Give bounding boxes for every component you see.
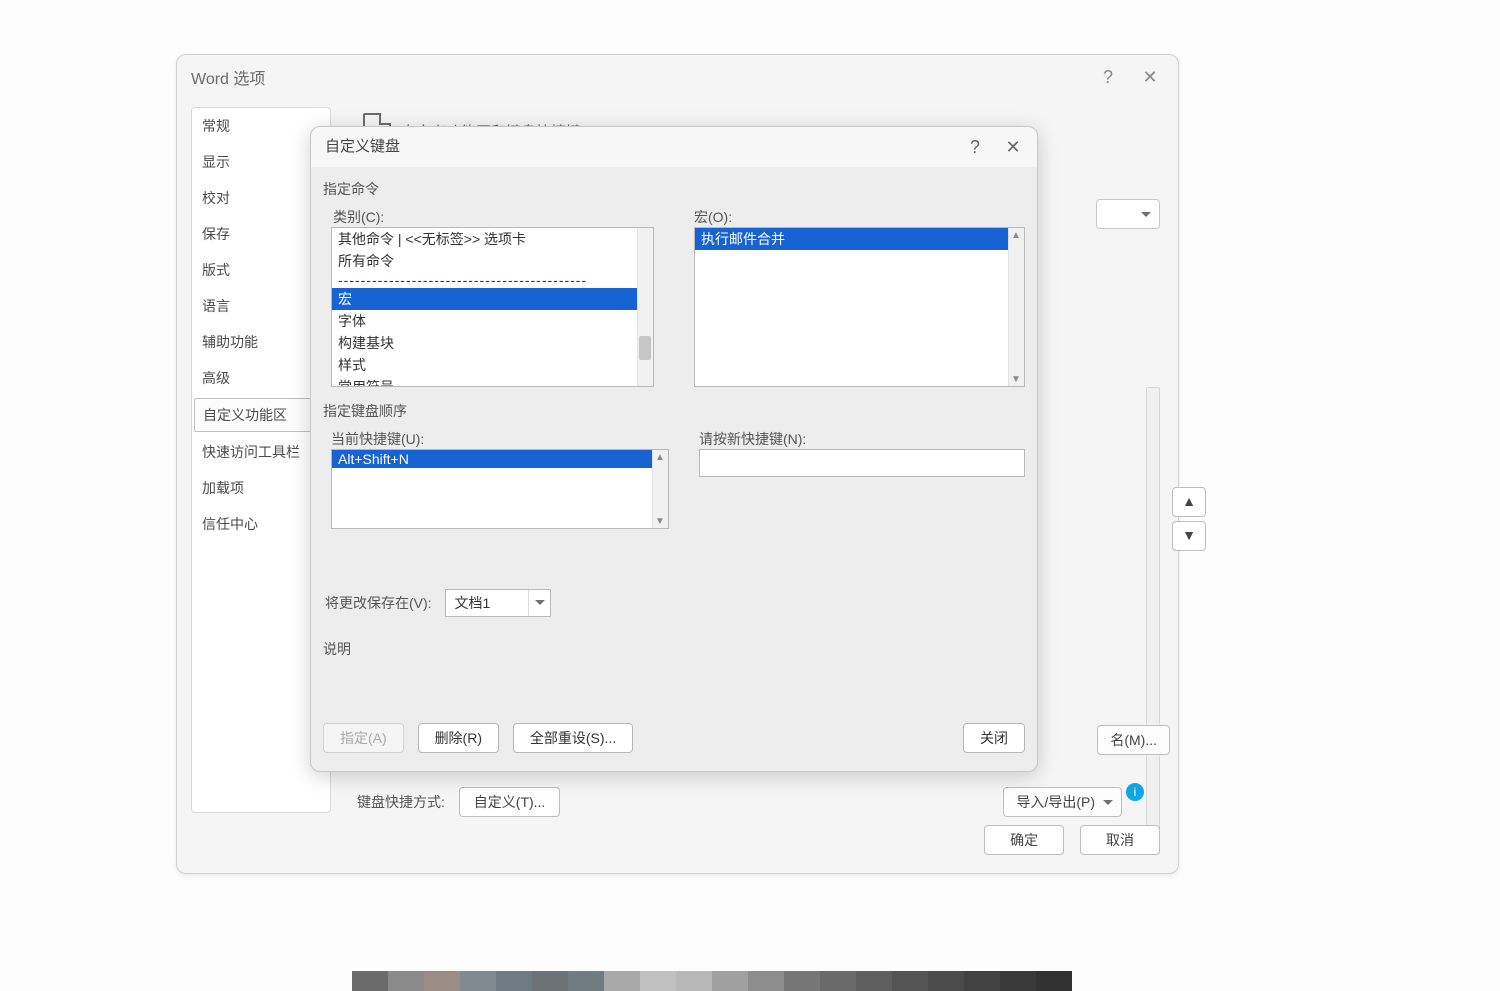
color-swatch xyxy=(928,971,964,991)
inner-dialog-title: 自定义键盘 xyxy=(325,138,400,155)
ribbon-dropdown[interactable] xyxy=(1096,199,1160,229)
color-swatch xyxy=(640,971,676,991)
color-swatch xyxy=(1000,971,1036,991)
category-item[interactable]: 其他命令 | <<无标签>> 选项卡 xyxy=(332,228,653,250)
color-swatch xyxy=(532,971,568,991)
cancel-button[interactable]: 取消 xyxy=(1080,825,1160,855)
move-down-button[interactable]: ▼ xyxy=(1172,521,1206,551)
inner-help-button[interactable]: ? xyxy=(961,133,989,161)
macro-item[interactable]: 执行邮件合并 xyxy=(695,228,1024,250)
color-swatch-strip xyxy=(352,971,1072,991)
macro-label: 宏(O): xyxy=(694,207,1025,227)
category-item[interactable]: 构建基块 xyxy=(332,332,653,354)
category-item[interactable]: 所有命令 xyxy=(332,250,653,272)
list-separator: ----------------------------------------… xyxy=(332,272,653,288)
color-swatch xyxy=(676,971,712,991)
customize-keyboard-button[interactable]: 自定义(T)... xyxy=(459,787,561,817)
color-swatch xyxy=(784,971,820,991)
inner-footer: 指定(A) 删除(R) 全部重设(S)... 关闭 xyxy=(323,723,1025,757)
new-key-label: 请按新快捷键(N): xyxy=(699,429,1025,449)
scrollbar[interactable] xyxy=(637,228,653,386)
sidebar-item[interactable]: 自定义功能区 xyxy=(194,398,328,432)
color-swatch xyxy=(604,971,640,991)
color-swatch xyxy=(964,971,1000,991)
section-specify-command: 指定命令 xyxy=(323,179,1025,199)
ribbon-tree-scrollbar[interactable] xyxy=(1146,387,1160,847)
info-icon[interactable]: i xyxy=(1126,783,1144,801)
scrollbar[interactable]: ▲ ▼ xyxy=(652,450,668,528)
scroll-down-icon[interactable]: ▼ xyxy=(655,516,665,526)
move-up-button[interactable]: ▲ xyxy=(1172,487,1206,517)
import-export-button[interactable]: 导入/导出(P) xyxy=(1003,787,1122,817)
close-icon[interactable]: ✕ xyxy=(1136,65,1164,89)
dialog-header: Word 选项 ? ✕ xyxy=(177,55,1178,87)
new-shortcut-input[interactable] xyxy=(699,449,1025,477)
customize-keyboard-dialog: 自定义键盘 ? ✕ 指定命令 类别(C): 其他命令 | <<无标签>> 选项卡… xyxy=(310,126,1038,772)
category-item[interactable]: 样式 xyxy=(332,354,653,376)
save-in-combo[interactable]: 文档1 xyxy=(445,589,551,617)
scroll-up-icon[interactable]: ▲ xyxy=(655,452,665,462)
color-swatch xyxy=(748,971,784,991)
reset-all-button[interactable]: 全部重设(S)... xyxy=(513,723,633,753)
inner-close-button[interactable]: 关闭 xyxy=(963,723,1025,753)
ribbon-tree-panel xyxy=(1064,247,1164,707)
shortcut-item[interactable]: Alt+Shift+N xyxy=(332,450,668,468)
color-swatch xyxy=(352,971,388,991)
scrollbar-thumb[interactable] xyxy=(639,336,651,360)
color-swatch xyxy=(460,971,496,991)
color-swatch xyxy=(388,971,424,991)
color-swatch xyxy=(892,971,928,991)
category-item[interactable]: 字体 xyxy=(332,310,653,332)
save-in-label: 将更改保存在(V): xyxy=(325,595,432,611)
current-keys-label: 当前快捷键(U): xyxy=(331,429,669,449)
scroll-up-icon[interactable]: ▲ xyxy=(1011,230,1021,240)
color-swatch xyxy=(712,971,748,991)
ok-button[interactable]: 确定 xyxy=(984,825,1064,855)
color-swatch xyxy=(856,971,892,991)
category-item[interactable]: 常用符号 xyxy=(332,376,653,387)
keyboard-shortcuts-label: 键盘快捷方式: xyxy=(357,794,445,810)
scroll-down-icon[interactable]: ▼ xyxy=(1011,374,1021,384)
section-key-sequence: 指定键盘顺序 xyxy=(323,401,1025,421)
color-swatch xyxy=(424,971,460,991)
section-description: 说明 xyxy=(323,639,1025,659)
inner-close-icon[interactable]: ✕ xyxy=(999,133,1027,161)
macro-listbox[interactable]: 执行邮件合并 ▲ ▼ xyxy=(694,227,1025,387)
assign-button[interactable]: 指定(A) xyxy=(323,723,404,753)
category-item[interactable]: 宏 xyxy=(332,288,653,310)
dialog-footer: 确定 取消 xyxy=(972,825,1160,855)
dialog-title: Word 选项 xyxy=(191,71,265,88)
chevron-down-icon xyxy=(1103,800,1113,810)
help-button[interactable]: ? xyxy=(1094,65,1122,89)
rename-button[interactable]: 名(M)... xyxy=(1097,725,1170,755)
category-label: 类别(C): xyxy=(333,207,654,227)
inner-body: 指定命令 类别(C): 其他命令 | <<无标签>> 选项卡所有命令------… xyxy=(323,175,1025,715)
remove-button[interactable]: 删除(R) xyxy=(418,723,499,753)
category-listbox[interactable]: 其他命令 | <<无标签>> 选项卡所有命令------------------… xyxy=(331,227,654,387)
color-swatch xyxy=(1036,971,1072,991)
chevron-down-icon[interactable] xyxy=(528,590,550,616)
color-swatch xyxy=(820,971,856,991)
scrollbar[interactable]: ▲ ▼ xyxy=(1008,228,1024,386)
color-swatch xyxy=(496,971,532,991)
color-swatch xyxy=(568,971,604,991)
save-in-value: 文档1 xyxy=(446,590,528,616)
current-keys-listbox[interactable]: Alt+Shift+N ▲ ▼ xyxy=(331,449,669,529)
inner-dialog-header: 自定义键盘 ? ✕ xyxy=(311,127,1037,167)
